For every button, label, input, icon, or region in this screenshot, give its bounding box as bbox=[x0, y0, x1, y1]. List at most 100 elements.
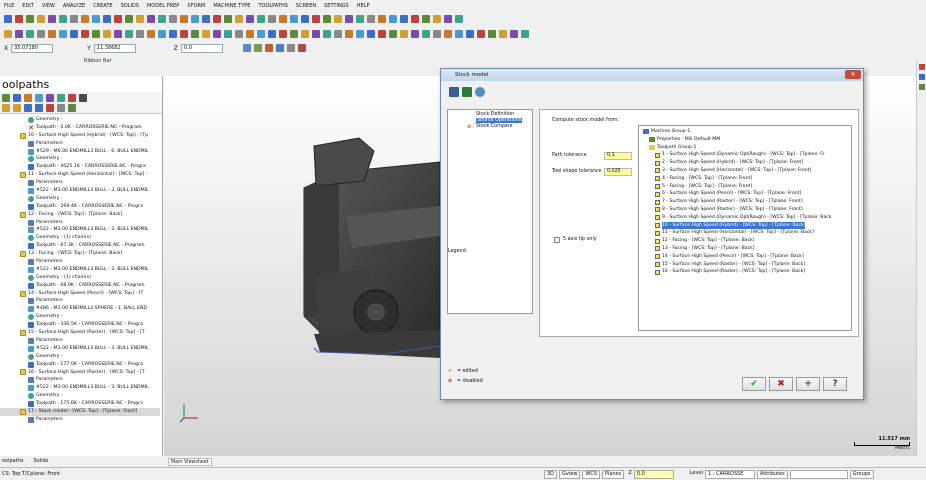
toolpath-tree-row[interactable]: Geometry - (1) chain(s) bbox=[0, 234, 160, 242]
toolpath-tree-row[interactable]: 11 - Surface High Speed (Horizontal) - [… bbox=[0, 171, 160, 179]
menu-item[interactable]: CREATE bbox=[93, 3, 112, 9]
tab-toolpaths[interactable]: oolpaths bbox=[2, 458, 23, 464]
add-button[interactable]: + bbox=[796, 377, 820, 391]
operation-checkbox[interactable] bbox=[655, 269, 660, 275]
operation-checkbox[interactable] bbox=[655, 230, 660, 236]
toolpath-tree-row[interactable]: Toolpath - 269.4K - CARROSSERIE.NC - Pro… bbox=[0, 203, 160, 211]
toolbar-tool-icon[interactable] bbox=[312, 30, 320, 38]
toolbar-tool-icon[interactable] bbox=[246, 30, 254, 38]
toolbar-tool-icon[interactable] bbox=[268, 15, 276, 23]
toolpath-tree-row[interactable]: Toolpath - 336.5K - CARROSSERIE.NC - Pro… bbox=[0, 321, 160, 329]
toolbar-tool-icon[interactable] bbox=[378, 15, 386, 23]
toolbar-tool-icon[interactable] bbox=[323, 30, 331, 38]
toolbar-tool-icon[interactable] bbox=[37, 30, 45, 38]
operation-checkbox[interactable] bbox=[655, 183, 660, 189]
cancel-button[interactable]: ✖ bbox=[769, 377, 793, 391]
toolbar-tool-icon[interactable] bbox=[499, 30, 507, 38]
toolbar-tool-icon[interactable] bbox=[466, 30, 474, 38]
menu-item[interactable]: XFORM bbox=[187, 3, 205, 9]
toolbar-tool-icon[interactable] bbox=[400, 30, 408, 38]
toolbar-tool-icon[interactable] bbox=[125, 15, 133, 23]
toolbar-tool-icon[interactable] bbox=[246, 15, 254, 23]
toolpath-tree-row[interactable]: #522 - M3.00 ENDMILL3 BULL - 3. BULL END… bbox=[0, 226, 160, 234]
operation-checkbox[interactable] bbox=[655, 246, 660, 252]
toolbar-tool-icon[interactable] bbox=[202, 15, 210, 23]
operation-row[interactable]: 8 - Surface High Speed (Raster) - [WCS: … bbox=[639, 206, 851, 214]
toolbar-tool-icon[interactable] bbox=[213, 30, 221, 38]
toolbar-tool-icon[interactable] bbox=[125, 30, 133, 38]
toolbar-tool-icon[interactable] bbox=[334, 15, 342, 23]
operation-checkbox[interactable] bbox=[655, 160, 660, 166]
toolbar-tool-icon[interactable] bbox=[367, 15, 375, 23]
toolbar-tool-icon[interactable] bbox=[477, 30, 485, 38]
toolbar-tool-icon[interactable] bbox=[301, 15, 309, 23]
toolpath-tree-row[interactable]: 15 - Surface High Speed (Raster) - [WCS:… bbox=[0, 329, 160, 337]
operation-row[interactable]: 16 - Surface High Speed (Raster) - [WCS:… bbox=[639, 268, 851, 276]
toolbar-tool-icon[interactable] bbox=[224, 15, 232, 23]
operation-row[interactable]: 2 - Surface High Speed (Hybrid) - [WCS: … bbox=[639, 159, 851, 167]
toolbar-tool-icon[interactable] bbox=[378, 30, 386, 38]
toolbar-tool-icon[interactable] bbox=[15, 15, 23, 23]
select-all-icon[interactable] bbox=[2, 94, 10, 102]
toolbar-tool-icon[interactable] bbox=[301, 30, 309, 38]
menu-item[interactable]: HELP bbox=[357, 3, 370, 9]
gview-button[interactable]: Gview bbox=[559, 469, 581, 479]
menu-item[interactable]: MODEL PREP bbox=[147, 3, 179, 9]
3d-button[interactable]: 3D bbox=[544, 469, 558, 479]
toolpath-tree-row[interactable]: Geometry - bbox=[0, 195, 160, 203]
operation-checkbox[interactable] bbox=[655, 168, 660, 174]
toolpath-tree-row[interactable]: Geometry - bbox=[0, 313, 160, 321]
toolpath-tree-row[interactable]: #522 - M3.00 ENDMILL3 BULL - 3. BULL END… bbox=[0, 266, 160, 274]
toolpath-tree-row[interactable]: Geometry - bbox=[0, 155, 160, 163]
toolpath-tree-row[interactable]: Toolpath - 4025.1K - CARROSSERIE.NC - Pr… bbox=[0, 163, 160, 171]
verify-icon[interactable] bbox=[46, 94, 54, 102]
toolbar-tool-icon[interactable] bbox=[136, 15, 144, 23]
toolbar-tool-icon[interactable] bbox=[411, 30, 419, 38]
move-down-icon[interactable] bbox=[24, 104, 32, 112]
toolpath-tree-row[interactable]: 12 - Facing - [WCS: Top] - [Tplane: Back… bbox=[0, 211, 160, 219]
toolbar-tool-icon[interactable] bbox=[158, 30, 166, 38]
operation-row[interactable]: 11 - Surface High Speed (Horizontal) - [… bbox=[639, 229, 851, 237]
toolbar-tool-icon[interactable] bbox=[26, 15, 34, 23]
menu-item[interactable]: FILE bbox=[4, 3, 14, 9]
toolbar-tool-icon[interactable] bbox=[59, 15, 67, 23]
toolpath-tree-row[interactable]: Toolpath - 68.9K - CARROSSERIE.NC - Prog… bbox=[0, 282, 160, 290]
toolbar-tool-icon[interactable] bbox=[48, 30, 56, 38]
toolpath-tree-row[interactable]: #522 - M3.00 ENDMILL3 BULL - 3. BULL END… bbox=[0, 345, 160, 353]
right-tool-icon[interactable] bbox=[919, 64, 925, 70]
toolpath-tree-row[interactable]: Toolpath - 67.3K - CARROSSERIE.NC - Prog… bbox=[0, 242, 160, 250]
toolbar-tool-icon[interactable] bbox=[103, 15, 111, 23]
toolbar-tool-icon[interactable] bbox=[444, 30, 452, 38]
toolbar-tool-icon[interactable] bbox=[202, 30, 210, 38]
toolbar-tool-icon[interactable] bbox=[180, 15, 188, 23]
fast-point-icon[interactable] bbox=[253, 44, 262, 52]
operation-row[interactable]: 9 - Surface High Speed (Dynamic OptiRoug… bbox=[639, 214, 851, 222]
regenerate-stock-icon[interactable] bbox=[462, 87, 472, 97]
toolbar-tool-icon[interactable] bbox=[26, 30, 34, 38]
lock-toolpath-icon[interactable] bbox=[46, 104, 54, 112]
toolbar-tool-icon[interactable] bbox=[59, 30, 67, 38]
expand-icon[interactable] bbox=[2, 104, 10, 112]
clear-icon[interactable] bbox=[297, 44, 306, 52]
lock-icon[interactable] bbox=[242, 44, 251, 52]
toolbar-tool-icon[interactable] bbox=[367, 30, 375, 38]
toolpath-tree-row[interactable]: Parameters bbox=[0, 179, 160, 187]
planes-button[interactable]: Planes bbox=[602, 469, 625, 479]
toolbar-tool-icon[interactable] bbox=[147, 30, 155, 38]
toolbar-tool-icon[interactable] bbox=[81, 15, 89, 23]
menu-item[interactable]: SOLIDS bbox=[121, 3, 139, 9]
operation-row[interactable]: 4 - Facing - [WCS: Top] - [Tplane: Front… bbox=[639, 175, 851, 183]
operation-checkbox[interactable] bbox=[655, 261, 660, 267]
toolbar-tool-icon[interactable] bbox=[4, 15, 12, 23]
toolbar-tool-icon[interactable] bbox=[433, 15, 441, 23]
toolbar-tool-icon[interactable] bbox=[444, 15, 452, 23]
regenerate-dirty-icon[interactable] bbox=[24, 94, 32, 102]
toolpath-tree-row[interactable]: Parameters bbox=[0, 140, 160, 148]
toolbar-tool-icon[interactable] bbox=[180, 30, 188, 38]
toolbar-tool-icon[interactable] bbox=[400, 15, 408, 23]
toolbar-tool-icon[interactable] bbox=[235, 30, 243, 38]
operation-row[interactable]: 6 - Surface High Speed (Pencil) - [WCS: … bbox=[639, 190, 851, 198]
toolbar-tool-icon[interactable] bbox=[356, 15, 364, 23]
operation-row[interactable]: 13 - Facing - [WCS: Top] - [Tplane: Back… bbox=[639, 245, 851, 253]
y-coordinate-field[interactable]: 11.38682 bbox=[93, 43, 136, 53]
